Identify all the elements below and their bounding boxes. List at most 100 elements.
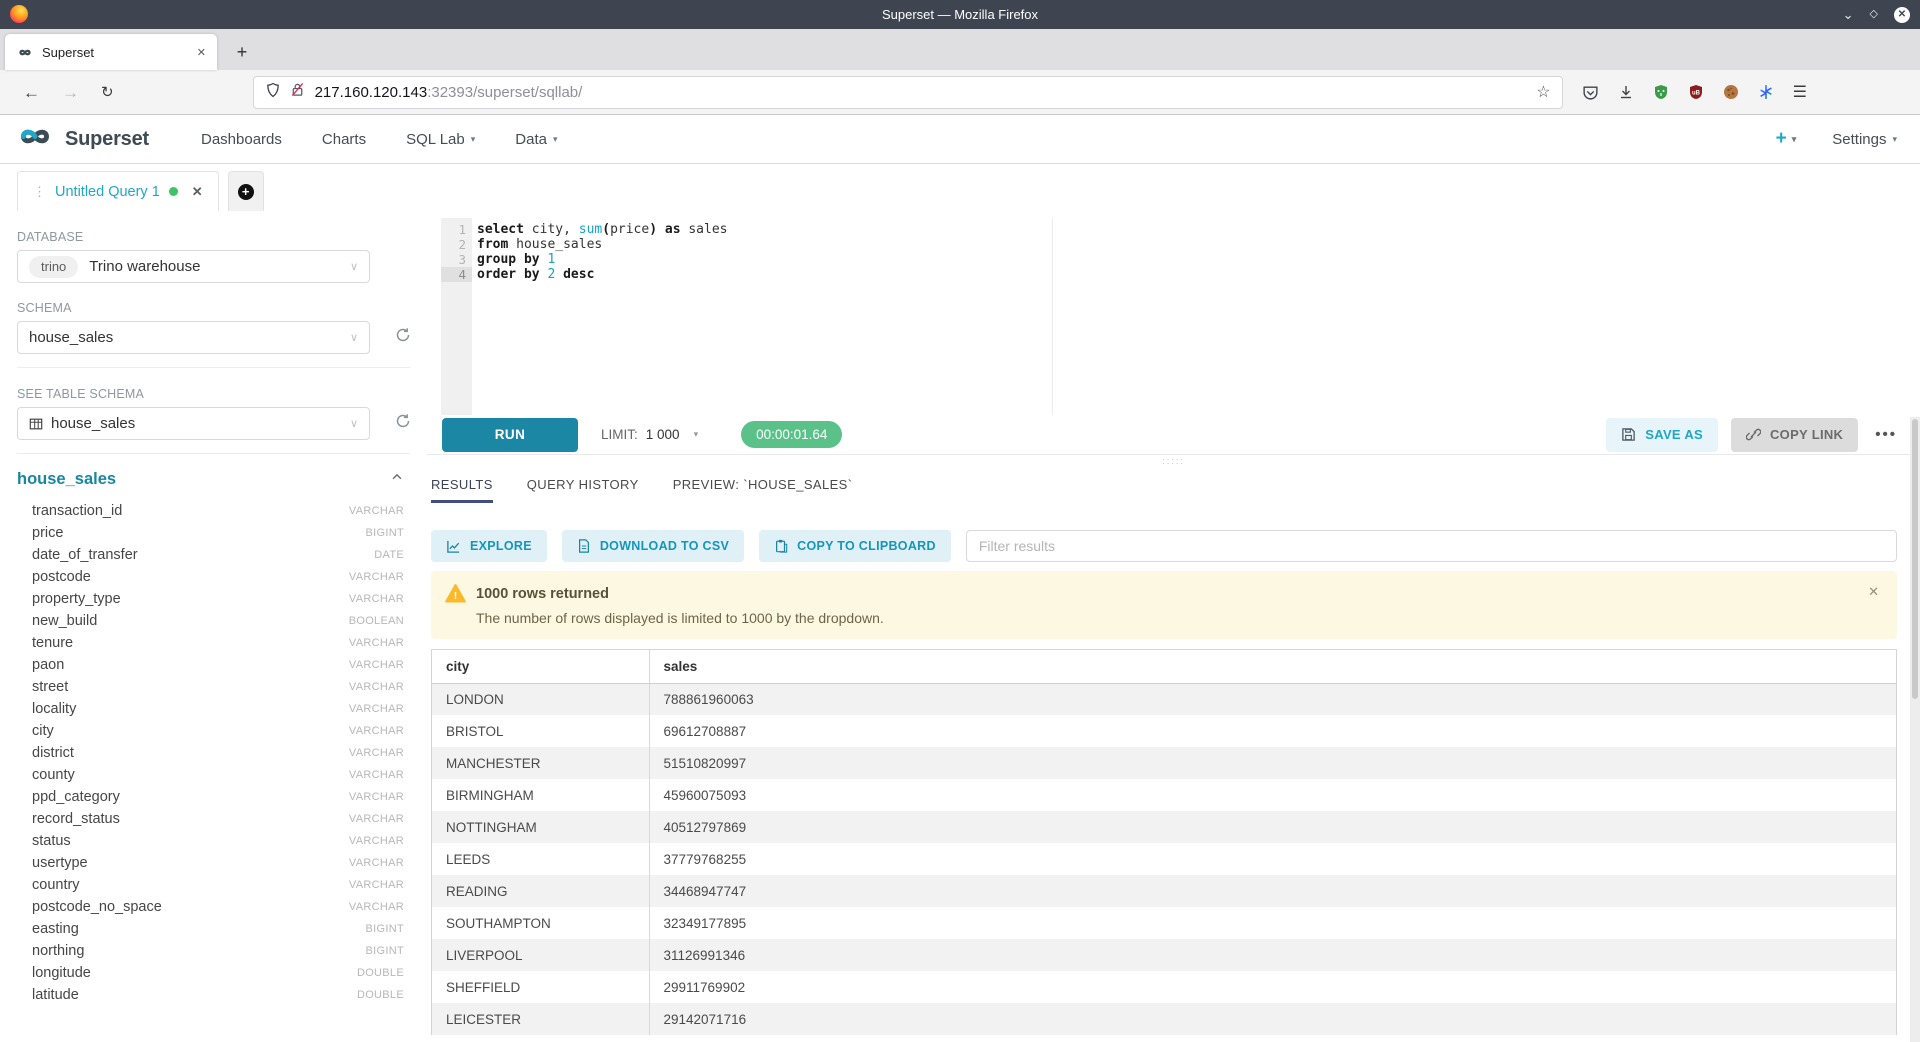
query-timer-badge: 00:00:01.64 [741,421,842,448]
chart-icon [446,539,461,554]
alert-close-icon[interactable]: ✕ [1868,584,1879,600]
column-header-sales[interactable]: sales [649,650,1896,683]
table-row: LIVERPOOL31126991346 [432,939,1896,971]
schema-column-row[interactable]: countryVARCHAR [17,874,404,896]
column-name: county [32,767,75,783]
copy-link-button[interactable]: COPY LINK [1731,418,1858,452]
firefox-logo-icon [10,5,28,23]
editor-code[interactable]: select city, sum(price) as salesfrom hou… [472,222,1897,282]
schema-column-row[interactable]: localityVARCHAR [17,698,404,720]
save-as-button[interactable]: SAVE AS [1606,418,1718,452]
schema-column-row[interactable]: districtVARCHAR [17,742,404,764]
schema-column-row[interactable]: tenureVARCHAR [17,632,404,654]
schema-column-row[interactable]: eastingBIGINT [17,918,404,940]
window-close-icon[interactable]: ✕ [1894,7,1910,23]
plus-icon: + [1776,128,1787,150]
collapse-chevron-up-icon[interactable] [390,470,404,489]
query-tab-close-icon[interactable]: ✕ [192,184,203,200]
schema-column-row[interactable]: streetVARCHAR [17,676,404,698]
pane-resize-handle[interactable]: ∙∙∙∙∙ ∙∙∙∙∙ [1162,457,1185,465]
database-select[interactable]: trino Trino warehouse ∨ [17,250,370,283]
superset-brand[interactable]: Superset [12,125,149,153]
cell-sales: 45960075093 [649,779,1896,811]
scrollbar-thumb[interactable] [1912,419,1918,699]
schema-column-row[interactable]: record_statusVARCHAR [17,808,404,830]
nav-item-data[interactable]: Data ▾ [515,131,557,148]
copy-clipboard-button[interactable]: COPY TO CLIPBOARD [759,530,951,562]
privacy-badger-icon[interactable] [1653,84,1669,100]
explore-label: EXPLORE [470,539,532,553]
url-bar[interactable]: 217.160.120.143 :32393/superset/sqllab/ … [253,76,1563,109]
schema-column-row[interactable]: transaction_idVARCHAR [17,500,404,522]
scrollbar[interactable] [1910,417,1920,1042]
query-tabstrip: ⋮ Untitled Query 1 ✕ + [0,164,1920,211]
ublock-icon[interactable]: uB [1688,84,1704,100]
column-header-city[interactable]: city [432,650,649,683]
browser-tabstrip: Superset ✕ + [0,29,1920,70]
pocket-icon[interactable] [1582,84,1599,101]
schema-column-row[interactable]: statusVARCHAR [17,830,404,852]
column-type: VARCHAR [349,703,404,715]
run-button[interactable]: RUN [442,418,578,452]
new-query-tab[interactable]: + [228,171,264,211]
tab-query-history[interactable]: QUERY HISTORY [527,477,639,503]
tab-preview-house-sales[interactable]: PREVIEW: `HOUSE_SALES` [673,477,853,503]
table-row: READING34468947747 [432,875,1896,907]
settings-menu[interactable]: Settings ▾ [1832,131,1897,148]
schema-column-row[interactable]: new_buildBOOLEAN [17,610,404,632]
schema-column-row[interactable]: ppd_categoryVARCHAR [17,786,404,808]
download-csv-button[interactable]: DOWNLOAD TO CSV [562,530,744,562]
window-maximize-icon[interactable]: ◇ [1870,9,1878,20]
column-name: status [32,833,71,849]
refresh-table-icon[interactable] [395,413,411,434]
bookmark-star-icon[interactable]: ☆ [1536,82,1550,102]
column-type: DOUBLE [357,989,404,1001]
insecure-lock-icon[interactable] [290,82,305,102]
schema-column-row[interactable]: cityVARCHAR [17,720,404,742]
cookie-icon[interactable] [1723,84,1739,100]
hamburger-menu-icon[interactable]: ☰ [1793,82,1807,102]
nav-label: Charts [322,131,366,148]
schema-column-row[interactable]: northingBIGINT [17,940,404,962]
refresh-schema-icon[interactable] [395,327,411,348]
column-name: paon [32,657,64,673]
superset-logo-icon [12,125,58,153]
explore-button[interactable]: EXPLORE [431,530,547,562]
schema-select[interactable]: house_sales ∨ [17,321,370,354]
nav-item-dashboards[interactable]: Dashboards [201,131,282,148]
browser-tab[interactable]: Superset ✕ [5,34,217,70]
tab-close-icon[interactable]: ✕ [197,46,206,59]
schema-column-row[interactable]: priceBIGINT [17,522,404,544]
back-icon[interactable]: ← [23,84,40,101]
schema-column-row[interactable]: postcode_no_spaceVARCHAR [17,896,404,918]
table-select[interactable]: house_sales ∨ [17,407,370,440]
table-explorer-title[interactable]: house_sales [17,470,116,489]
column-name: price [32,525,63,541]
drag-handle-icon[interactable]: ⋮ [33,184,46,200]
query-tab[interactable]: ⋮ Untitled Query 1 ✕ [17,171,219,211]
sql-editor[interactable]: 1234 select city, sum(price) as salesfro… [441,218,1897,415]
limit-dropdown[interactable]: LIMIT: 1 000 ▾ [601,427,698,442]
query-tab-title: Untitled Query 1 [55,184,160,200]
download-icon[interactable] [1618,84,1634,100]
filter-results-input[interactable] [966,530,1897,562]
nav-item-charts[interactable]: Charts [322,131,366,148]
schema-column-row[interactable]: paonVARCHAR [17,654,404,676]
schema-column-row[interactable]: latitudeDOUBLE [17,984,404,1006]
schema-column-row[interactable]: countyVARCHAR [17,764,404,786]
window-minimize-icon[interactable]: ⌄ [1843,8,1854,21]
reload-icon[interactable]: ↻ [101,85,114,100]
nav-item-sql-lab[interactable]: SQL Lab ▾ [406,131,475,148]
tab-results[interactable]: RESULTS [431,477,493,503]
schema-column-row[interactable]: property_typeVARCHAR [17,588,404,610]
cell-city: BRISTOL [432,715,649,747]
schema-column-row[interactable]: postcodeVARCHAR [17,566,404,588]
shield-icon[interactable] [265,82,281,103]
more-actions-button[interactable]: ••• [1875,426,1897,443]
schema-column-row[interactable]: longitudeDOUBLE [17,962,404,984]
add-new-button[interactable]: + ▾ [1776,128,1797,150]
new-tab-button[interactable]: + [225,35,259,69]
extension-asterisk-icon[interactable] [1758,84,1774,100]
schema-column-row[interactable]: usertypeVARCHAR [17,852,404,874]
schema-column-row[interactable]: date_of_transferDATE [17,544,404,566]
